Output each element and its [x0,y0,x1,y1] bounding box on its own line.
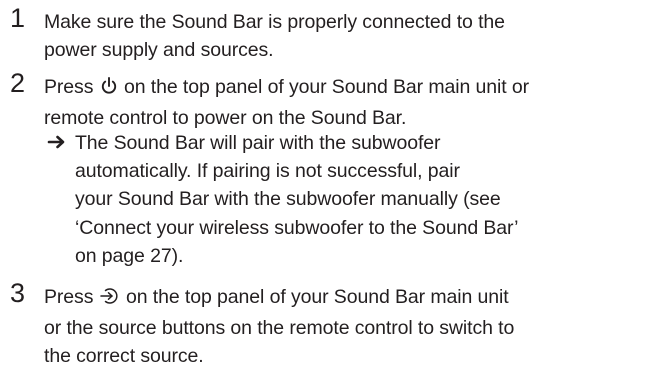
source-input-icon [99,286,121,314]
text-line: Press on the top panel of your Sound Bar… [44,73,653,104]
text-fragment: on the top panel of your Sound Bar main … [118,76,530,98]
text-fragment: Press [44,286,99,308]
text-fragment: on the top panel of your Sound Bar main … [120,286,509,308]
text-fragment: Press [44,76,99,98]
step-text: Press on the top panel of your Sound Bar… [44,283,653,371]
text-line: or the source buttons on the remote cont… [44,317,515,340]
text-line: your Sound Bar with the subwoofer manual… [75,188,501,211]
text-line: automatically. If pairing is not success… [75,160,460,183]
arrow-right-icon [47,129,67,157]
step-text: Make sure the Sound Bar is properly conn… [44,8,653,64]
step-text: Press on the top panel of your Sound Bar… [44,73,653,132]
power-icon [99,76,119,104]
text-line: Make sure the Sound Bar is properly conn… [44,11,505,33]
step-number: 3 [10,278,26,308]
step-number: 1 [10,3,26,33]
step-number: 2 [10,68,26,98]
step-2-result: The Sound Bar will pair with the subwoof… [47,129,653,270]
text-line: Press on the top panel of your Sound Bar… [44,283,653,314]
text-line: the correct source. [44,345,204,368]
result-text: The Sound Bar will pair with the subwoof… [75,129,653,270]
text-line: ‘Connect your wireless subwoofer to the … [75,216,519,239]
text-line: on page 27). [75,244,184,267]
text-line: The Sound Bar will pair with the subwoof… [75,132,441,154]
text-line: power supply and sources. [44,39,274,62]
